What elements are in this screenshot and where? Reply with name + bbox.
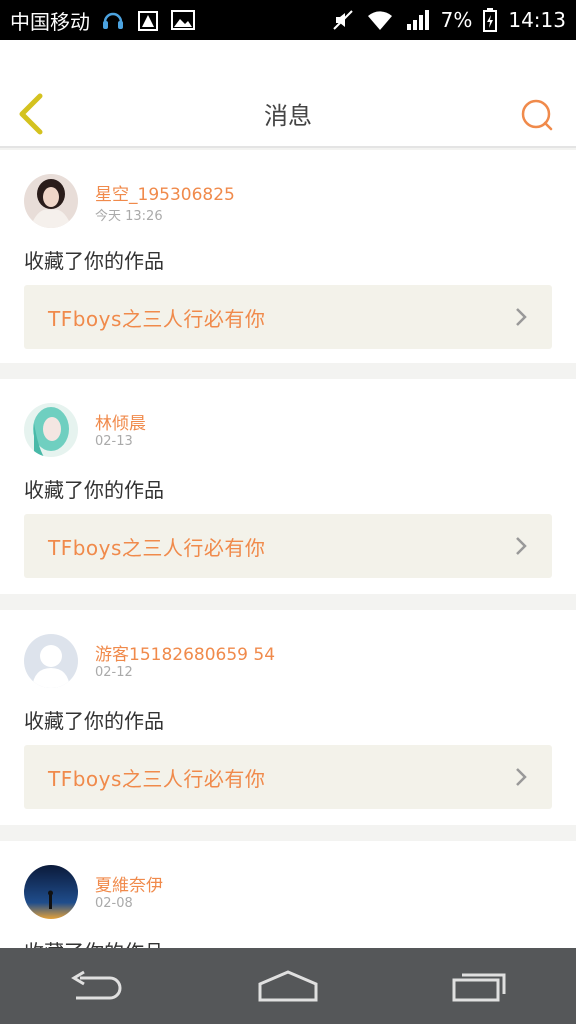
clock: 14:13 bbox=[508, 8, 566, 32]
wifi-icon bbox=[365, 8, 395, 32]
chevron-right-icon bbox=[516, 308, 527, 326]
work-title: TFboys之三人行必有你 bbox=[48, 306, 266, 331]
home-icon bbox=[258, 970, 318, 1002]
status-bar: 中国移动 7% 14:13 bbox=[0, 0, 576, 40]
nav-recents-button[interactable] bbox=[445, 963, 515, 1009]
message-date: 02-08 bbox=[95, 896, 133, 911]
avatar[interactable] bbox=[24, 865, 78, 919]
work-link[interactable]: TFboys之三人行必有你 bbox=[24, 285, 552, 349]
message-date: 02-13 bbox=[95, 434, 133, 449]
message-list[interactable]: 星空_195306825 今天 13:26 收藏了你的作品 TFboys之三人行… bbox=[0, 148, 576, 948]
message-text: 收藏了你的作品 bbox=[24, 709, 164, 733]
page-title: 消息 bbox=[264, 102, 312, 130]
message-card[interactable]: 林倾晨 02-13 收藏了你的作品 TFboys之三人行必有你 bbox=[0, 379, 576, 594]
app-header: 消息 bbox=[0, 40, 576, 148]
battery-percent: 7% bbox=[440, 8, 473, 32]
username[interactable]: 游客15182680659 54 bbox=[95, 640, 275, 665]
image-icon bbox=[170, 8, 196, 32]
username[interactable]: 星空_195306825 bbox=[95, 180, 235, 205]
message-card[interactable]: 夏維奈伊 02-08 收藏了你的作品 bbox=[0, 841, 576, 948]
recent-apps-icon bbox=[452, 973, 506, 1002]
work-title: TFboys之三人行必有你 bbox=[48, 766, 266, 791]
avatar[interactable] bbox=[24, 634, 78, 688]
warning-icon bbox=[136, 8, 160, 32]
nav-home-button[interactable] bbox=[253, 963, 323, 1009]
system-nav-bar bbox=[0, 948, 576, 1024]
message-card[interactable]: 游客15182680659 54 02-12 收藏了你的作品 TFboys之三人… bbox=[0, 610, 576, 825]
message-text: 收藏了你的作品 bbox=[24, 478, 164, 502]
signal-icon bbox=[405, 8, 431, 32]
back-arrow-icon bbox=[71, 970, 122, 1000]
username[interactable]: 夏維奈伊 bbox=[95, 871, 163, 896]
work-link[interactable]: TFboys之三人行必有你 bbox=[24, 514, 552, 578]
work-title: TFboys之三人行必有你 bbox=[48, 535, 266, 560]
message-text: 收藏了你的作品 bbox=[24, 249, 164, 273]
nav-back-button[interactable] bbox=[61, 963, 131, 1009]
search-icon bbox=[521, 99, 553, 131]
message-card[interactable]: 星空_195306825 今天 13:26 收藏了你的作品 TFboys之三人行… bbox=[0, 150, 576, 363]
avatar[interactable] bbox=[24, 403, 78, 457]
mute-icon bbox=[331, 8, 355, 32]
chevron-right-icon bbox=[516, 768, 527, 786]
carrier-label: 中国移动 bbox=[10, 9, 90, 34]
chevron-right-icon bbox=[516, 537, 527, 555]
message-text: 收藏了你的作品 bbox=[24, 936, 164, 948]
avatar[interactable] bbox=[24, 174, 78, 228]
username[interactable]: 林倾晨 bbox=[95, 409, 146, 434]
notification-headset-icon bbox=[100, 7, 126, 33]
work-link[interactable]: TFboys之三人行必有你 bbox=[24, 745, 552, 809]
search-button[interactable] bbox=[520, 98, 554, 132]
message-date: 02-12 bbox=[95, 665, 133, 680]
battery-charging-icon bbox=[482, 7, 498, 33]
message-date: 今天 13:26 bbox=[95, 209, 163, 224]
